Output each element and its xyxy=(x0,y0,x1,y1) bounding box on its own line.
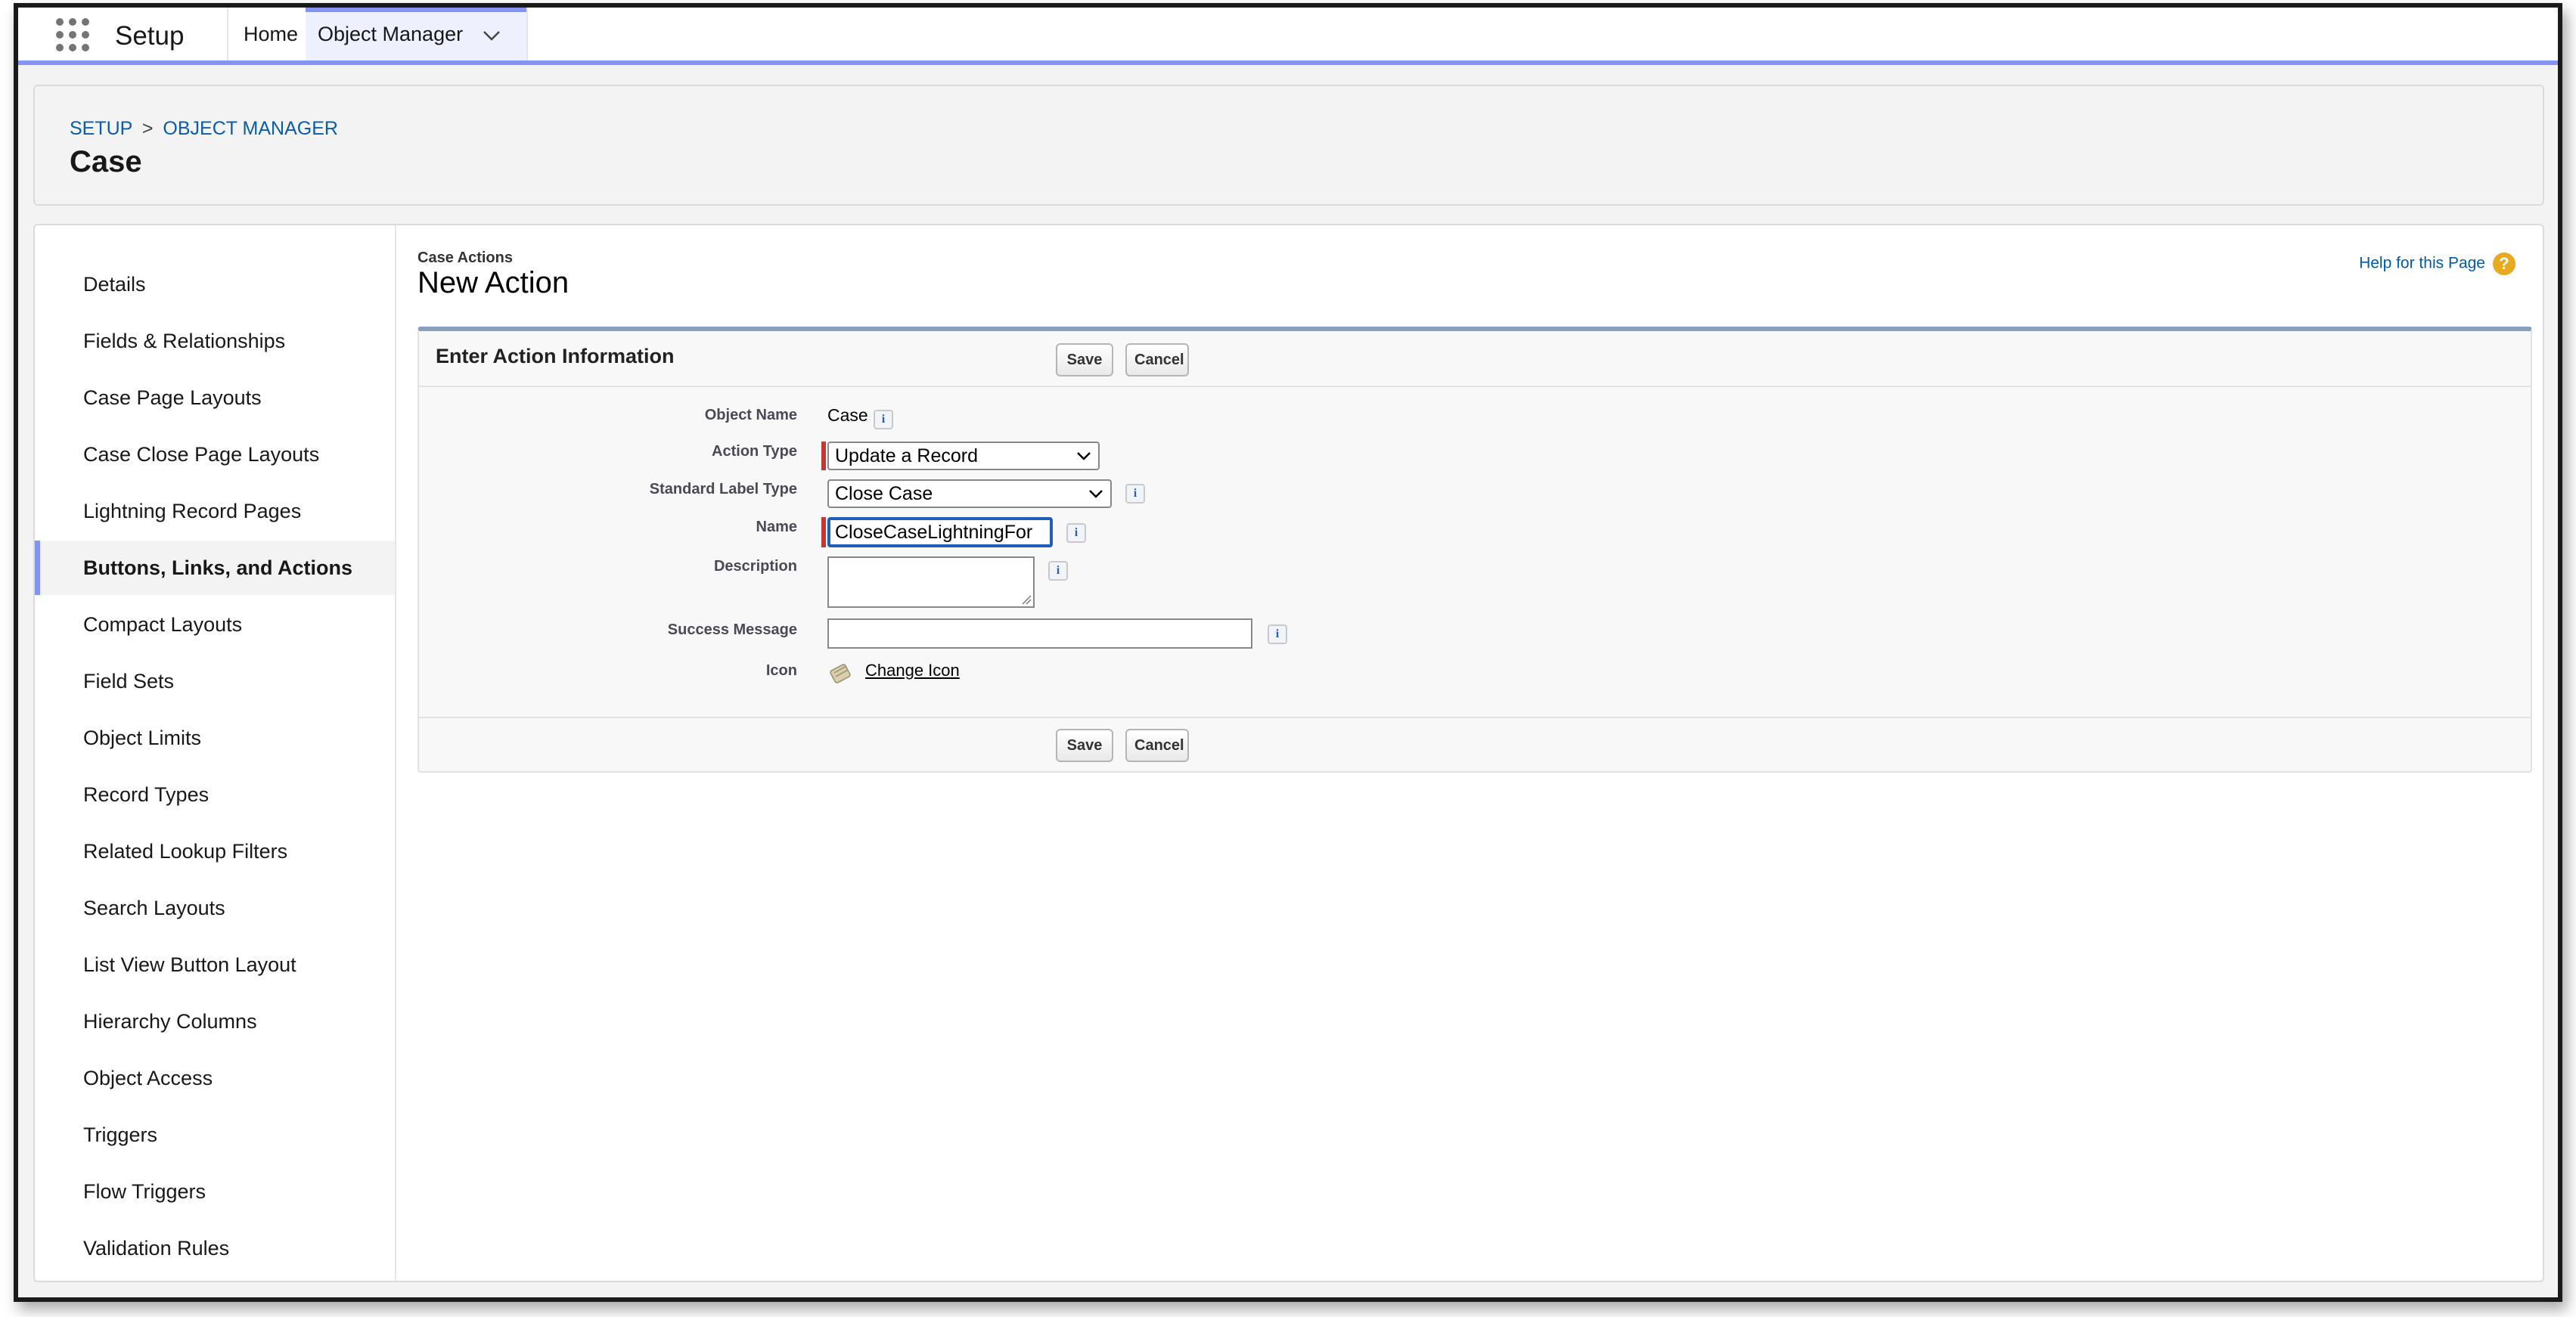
info-icon[interactable]: i xyxy=(1268,624,1287,644)
form-footer: Save Cancel xyxy=(419,717,2531,774)
tab-home[interactable]: Home xyxy=(231,8,310,60)
help-icon: ? xyxy=(2493,253,2515,275)
chevron-down-icon xyxy=(1077,452,1091,460)
standard-label-type-label: Standard Label Type xyxy=(649,481,797,497)
sidebar-item-flow-triggers[interactable]: Flow Triggers xyxy=(35,1164,395,1219)
breadcrumb-setup[interactable]: SETUP xyxy=(70,118,132,139)
sidebar-item-buttons-links-actions[interactable]: Buttons, Links, and Actions xyxy=(35,541,395,595)
save-button[interactable]: Save xyxy=(1056,729,1113,762)
action-icon-preview xyxy=(830,664,851,683)
breadcrumb-object-manager[interactable]: OBJECT MANAGER xyxy=(163,118,338,139)
section-title: New Action xyxy=(417,266,570,299)
sidebar-item-search-layouts[interactable]: Search Layouts xyxy=(35,881,395,935)
sidebar-item-triggers[interactable]: Triggers xyxy=(35,1108,395,1162)
standard-label-type-select[interactable]: Close Case xyxy=(827,479,1112,508)
info-icon[interactable]: i xyxy=(1048,561,1068,581)
sidebar-item-field-sets[interactable]: Field Sets xyxy=(35,654,395,708)
sidebar-item-fields-relationships[interactable]: Fields & Relationships xyxy=(35,314,395,368)
info-icon[interactable]: i xyxy=(1066,523,1086,543)
chevron-down-icon[interactable] xyxy=(483,29,501,42)
cancel-button[interactable]: Cancel xyxy=(1125,729,1189,762)
info-icon[interactable]: i xyxy=(874,410,893,429)
required-indicator xyxy=(821,517,826,547)
main-panel: Details Fields & Relationships Case Page… xyxy=(33,224,2544,1282)
app-title: Setup xyxy=(115,21,185,51)
name-input[interactable]: CloseCaseLightningFor xyxy=(827,517,1053,547)
sidebar-item-validation-rules[interactable]: Validation Rules xyxy=(35,1221,395,1275)
action-form: Enter Action Information Save Cancel Obj… xyxy=(417,327,2532,773)
page-header: SETUP > OBJECT MANAGER Case xyxy=(33,85,2544,206)
cancel-button[interactable]: Cancel xyxy=(1125,343,1189,377)
save-button[interactable]: Save xyxy=(1056,343,1113,377)
tab-object-manager[interactable]: Object Manager xyxy=(306,8,526,60)
sidebar-item-object-access[interactable]: Object Access xyxy=(35,1051,395,1105)
app-launcher-icon[interactable] xyxy=(56,18,89,51)
success-message-input[interactable] xyxy=(827,618,1252,649)
tab-object-manager-label: Object Manager xyxy=(318,23,464,45)
object-name-value: Case xyxy=(827,405,868,425)
section-subtitle: Case Actions xyxy=(417,249,513,266)
content-area: Case Actions New Action Help for this Pa… xyxy=(398,225,2543,1281)
nav-divider xyxy=(526,8,528,60)
sidebar-item-case-page-layouts[interactable]: Case Page Layouts xyxy=(35,370,395,425)
sidebar-item-compact-layouts[interactable]: Compact Layouts xyxy=(35,597,395,652)
description-label: Description xyxy=(713,558,797,575)
action-type-select[interactable]: Update a Record xyxy=(827,442,1100,470)
icon-label: Icon xyxy=(765,662,797,679)
action-type-value: Update a Record xyxy=(835,445,979,466)
sidebar-item-record-types[interactable]: Record Types xyxy=(35,767,395,822)
global-nav: Setup Home Object Manager xyxy=(18,8,2558,65)
chevron-down-icon xyxy=(1089,490,1103,498)
sidebar-item-case-close-page-layouts[interactable]: Case Close Page Layouts xyxy=(35,427,395,482)
object-name-label: Object Name xyxy=(704,407,797,423)
change-icon-link[interactable]: Change Icon xyxy=(865,661,960,680)
breadcrumb-separator: > xyxy=(141,118,154,139)
required-indicator xyxy=(821,442,826,470)
sidebar-item-lightning-record-pages[interactable]: Lightning Record Pages xyxy=(35,484,395,538)
sidebar-item-details[interactable]: Details xyxy=(35,257,395,311)
sidebar-item-object-limits[interactable]: Object Limits xyxy=(35,711,395,765)
sidebar: Details Fields & Relationships Case Page… xyxy=(35,225,396,1281)
form-header-title: Enter Action Information xyxy=(436,345,675,367)
sidebar-item-related-lookup-filters[interactable]: Related Lookup Filters xyxy=(35,824,395,879)
name-label: Name xyxy=(756,519,797,535)
action-type-label: Action Type xyxy=(712,443,797,460)
standard-label-type-value: Close Case xyxy=(835,483,933,504)
sidebar-item-hierarchy-columns[interactable]: Hierarchy Columns xyxy=(35,994,395,1049)
info-icon[interactable]: i xyxy=(1125,484,1145,504)
page-title: Case xyxy=(70,145,142,178)
browser-window: Setup Home Object Manager SETUP > OBJECT… xyxy=(14,3,2562,1302)
help-link-label: Help for this Page xyxy=(2359,254,2485,272)
sidebar-item-list-view-button-layout[interactable]: List View Button Layout xyxy=(35,937,395,992)
help-link[interactable]: Help for this Page? xyxy=(2359,253,2515,275)
resize-grip-icon[interactable] xyxy=(1021,594,1032,605)
breadcrumb: SETUP > OBJECT MANAGER xyxy=(70,118,338,140)
nav-divider xyxy=(227,8,228,60)
description-textarea[interactable] xyxy=(827,556,1035,608)
form-header: Enter Action Information Save Cancel xyxy=(419,331,2531,387)
success-message-label: Success Message xyxy=(667,621,797,638)
